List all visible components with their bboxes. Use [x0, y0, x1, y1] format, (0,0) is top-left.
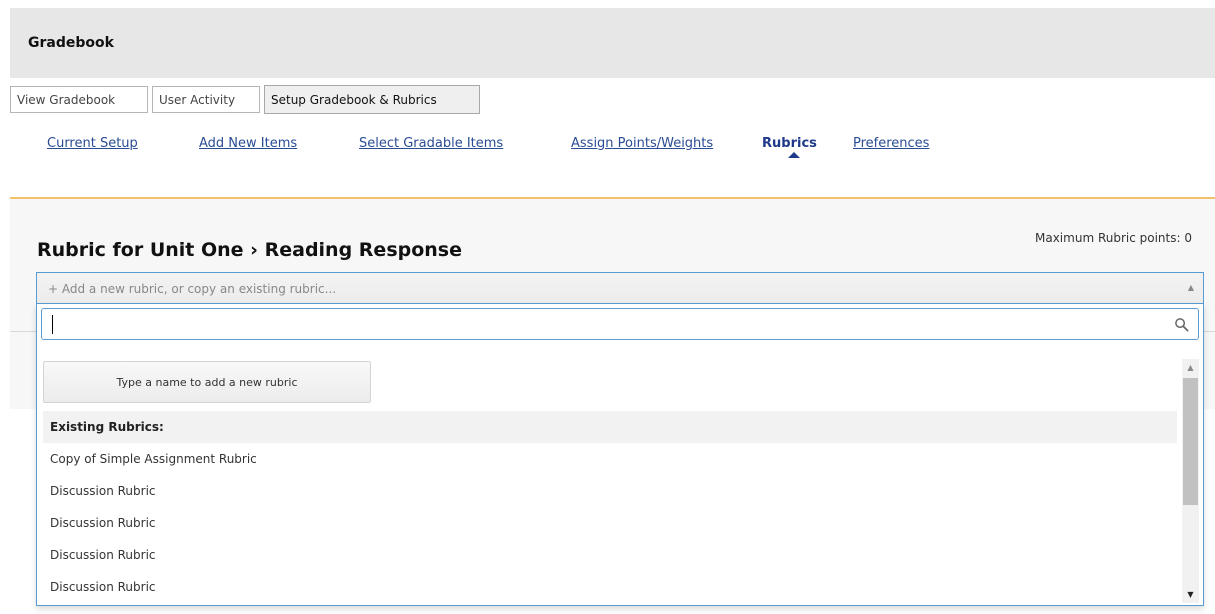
subnav-add-new-items[interactable]: Add New Items: [199, 136, 297, 151]
scroll-down-icon[interactable]: ▼: [1182, 586, 1199, 603]
subnav-preferences[interactable]: Preferences: [853, 136, 929, 151]
page-title: Gradebook: [28, 35, 114, 51]
rubric-option[interactable]: Copy of Simple Assignment Rubric: [43, 443, 1177, 475]
scroll-up-icon[interactable]: ▲: [1182, 359, 1199, 376]
rubric-option[interactable]: Discussion Rubric: [43, 539, 1177, 571]
tab-user-activity[interactable]: User Activity: [152, 86, 260, 113]
rubric-select-placeholder: + Add a new rubric, or copy an existing …: [48, 282, 337, 296]
tab-view-gradebook[interactable]: View Gradebook: [10, 86, 148, 113]
subnav-current-setup[interactable]: Current Setup: [47, 136, 138, 151]
existing-rubrics-header: Existing Rubrics:: [43, 411, 1177, 443]
rubric-select[interactable]: + Add a new rubric, or copy an existing …: [36, 272, 1204, 304]
triangle-up-icon: ▲: [1187, 283, 1194, 292]
page-header: Gradebook: [10, 8, 1215, 78]
scrollbar-thumb[interactable]: [1183, 378, 1198, 505]
max-rubric-points: Maximum Rubric points: 0: [1035, 231, 1192, 245]
rubric-dropdown: Type a name to add a new rubric Existing…: [36, 304, 1204, 606]
rubric-title: Rubric for Unit One › Reading Response: [37, 239, 463, 261]
dropdown-scrollbar[interactable]: ▲ ▼: [1182, 359, 1199, 603]
subnav-select-gradable-items[interactable]: Select Gradable Items: [359, 136, 503, 151]
tab-setup-gradebook-rubrics[interactable]: Setup Gradebook & Rubrics: [264, 85, 480, 114]
rubric-option[interactable]: Discussion Rubric: [43, 475, 1177, 507]
dropdown-search-box: [41, 308, 1199, 340]
add-new-rubric-button[interactable]: Type a name to add a new rubric: [43, 361, 371, 403]
search-icon: [1175, 318, 1189, 332]
rubric-option[interactable]: Discussion Rubric: [43, 571, 1177, 603]
text-cursor: [52, 315, 53, 334]
rubric-option[interactable]: Discussion Rubric: [43, 507, 1177, 539]
active-tab-indicator-icon: [788, 152, 800, 158]
subnav-assign-points-weights[interactable]: Assign Points/Weights: [571, 136, 713, 151]
dropdown-search-input[interactable]: [44, 311, 1184, 337]
subnav-rubrics[interactable]: Rubrics: [762, 136, 817, 151]
